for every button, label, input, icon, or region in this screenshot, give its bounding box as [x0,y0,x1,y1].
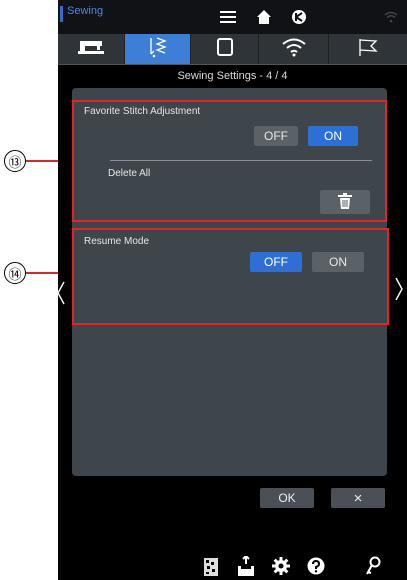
needle-mode-icon[interactable] [289,7,309,27]
tab-flag[interactable] [329,34,407,64]
key-icon[interactable] [363,555,383,577]
home-icon[interactable] [254,7,274,27]
mode-stripe [60,6,63,22]
tab-stitch[interactable] [125,34,191,64]
status-bar: Sewing [58,0,407,34]
help-icon[interactable] [306,556,326,576]
wifi-status-icon [381,9,401,25]
pattern-icon[interactable] [202,557,220,577]
upload-icon[interactable] [236,555,256,577]
stitch-icon [148,36,168,63]
ok-button[interactable]: OK [260,488,314,508]
callout-14: ⑭ [4,262,26,284]
menu-icon[interactable] [218,8,238,26]
next-page-arrow[interactable] [394,276,404,302]
settings-gear-icon[interactable] [271,556,291,576]
screen-icon [216,37,234,62]
callout-13: ⑬ [4,150,26,172]
highlight-favorite-stitch [72,100,387,222]
cancel-button[interactable]: × [331,488,385,508]
wifi-icon [281,37,307,62]
flag-icon [357,37,379,62]
page-title: Sewing Settings - 4 / 4 [177,70,288,82]
sewing-machine-icon [78,39,104,60]
device-screen: Sewing Sewing Settings - 4 / 4 Favorite … [58,0,407,580]
tab-machine[interactable] [58,34,125,64]
mode-label: Sewing [67,5,104,17]
tab-wireless[interactable] [259,34,329,64]
previous-page-arrow[interactable] [56,280,66,306]
tab-bar [58,34,407,65]
highlight-resume-mode [72,228,389,325]
tab-screen[interactable] [191,34,259,64]
